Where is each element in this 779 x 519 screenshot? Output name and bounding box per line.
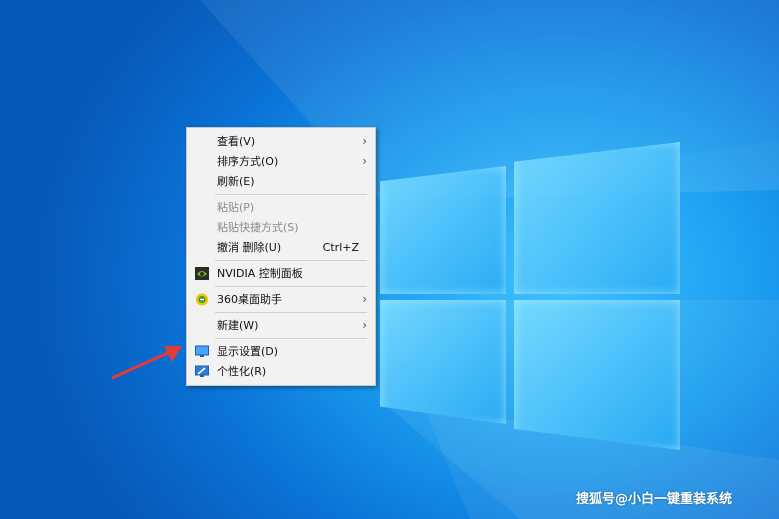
menu-item-label: 个性化(R) — [217, 365, 267, 378]
menu-separator — [215, 312, 367, 313]
personalize-icon — [195, 365, 209, 377]
menu-item-label: 新建(W) — [217, 319, 259, 332]
menu-item-nvidia-control-panel[interactable]: NVIDIA 控制面板 — [187, 264, 375, 283]
chevron-right-icon: › — [362, 154, 367, 168]
chevron-right-icon: › — [362, 318, 367, 332]
menu-item-label: 查看(V) — [217, 135, 256, 148]
menu-separator — [215, 260, 367, 261]
menu-item-label: 刷新(E) — [217, 175, 255, 188]
menu-item-shortcut: Ctrl+Z — [322, 241, 359, 254]
menu-item-sort-by[interactable]: 排序方式(O) › — [187, 152, 375, 171]
chevron-right-icon: › — [362, 134, 367, 148]
menu-separator — [215, 194, 367, 195]
desktop-background[interactable]: 查看(V) › 排序方式(O) › 刷新(E) 粘贴(P) 粘贴快捷方式(S) … — [0, 0, 779, 519]
windows-logo-pane-top-left — [380, 166, 506, 294]
menu-separator — [215, 286, 367, 287]
menu-item-paste[interactable]: 粘贴(P) — [187, 198, 375, 217]
menu-item-label: 撤消 删除(U) — [217, 241, 282, 254]
menu-item-personalize[interactable]: 个性化(R) — [187, 362, 375, 381]
menu-item-label: 粘贴(P) — [217, 201, 255, 214]
menu-item-new[interactable]: 新建(W) › — [187, 316, 375, 335]
menu-item-label: 排序方式(O) — [217, 155, 279, 168]
display-icon — [195, 345, 209, 357]
windows-logo-pane-bottom-left — [380, 300, 506, 424]
menu-item-view[interactable]: 查看(V) › — [187, 132, 375, 151]
menu-item-label: 360桌面助手 — [217, 293, 282, 306]
menu-item-refresh[interactable]: 刷新(E) — [187, 172, 375, 191]
annotation-arrow-icon — [111, 346, 182, 380]
menu-item-360-desktop-assistant[interactable]: 360桌面助手 › — [187, 290, 375, 309]
windows-logo-pane-top-right — [514, 142, 680, 294]
menu-item-label: NVIDIA 控制面板 — [217, 267, 303, 280]
menu-item-display-settings[interactable]: 显示设置(D) — [187, 342, 375, 361]
menu-item-paste-shortcut[interactable]: 粘贴快捷方式(S) — [187, 218, 375, 237]
nvidia-icon — [195, 267, 209, 280]
360-icon — [196, 293, 208, 306]
menu-item-label: 显示设置(D) — [217, 345, 279, 358]
chevron-right-icon: › — [362, 292, 367, 306]
windows-logo-pane-bottom-right — [514, 300, 680, 450]
menu-item-label: 粘贴快捷方式(S) — [217, 221, 299, 234]
menu-separator — [215, 338, 367, 339]
desktop-context-menu: 查看(V) › 排序方式(O) › 刷新(E) 粘贴(P) 粘贴快捷方式(S) … — [186, 127, 376, 386]
watermark-text: 搜狐号@小白一键重装系统 — [576, 492, 733, 507]
menu-item-undo-delete[interactable]: 撤消 删除(U) Ctrl+Z — [187, 238, 375, 257]
